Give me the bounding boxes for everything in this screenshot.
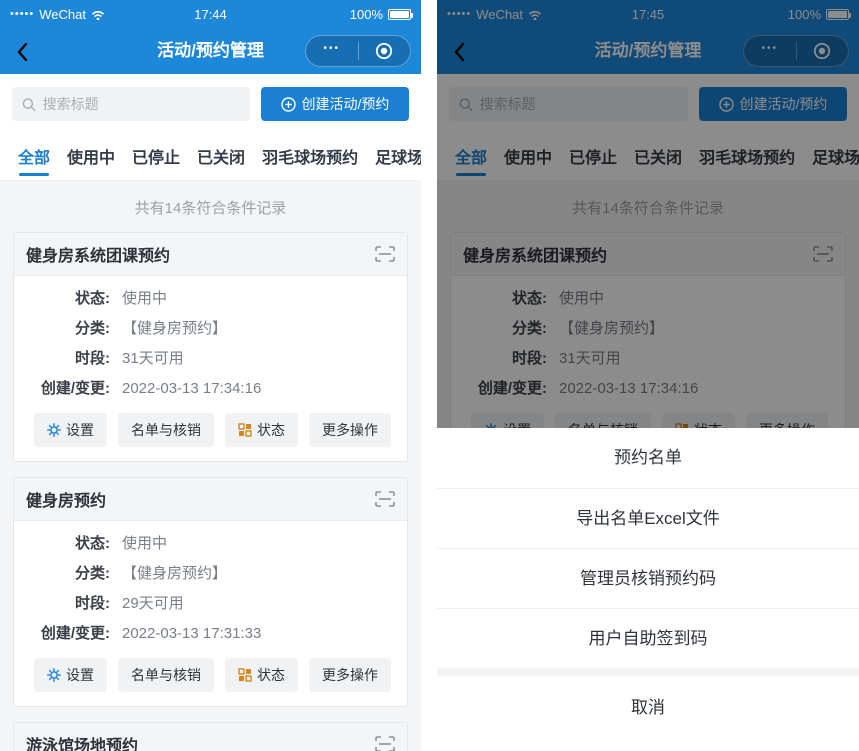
- carrier-label: WeChat: [39, 7, 86, 22]
- field-value: 2022-03-13 17:34:16: [122, 374, 261, 404]
- tab-football[interactable]: 足球场: [375, 144, 421, 180]
- scan-qr-icon[interactable]: [375, 736, 395, 751]
- gear-icon: [47, 423, 61, 437]
- card-title: 健身房预约: [26, 487, 106, 511]
- action-sheet-item-admin-verify-code[interactable]: 管理员核销预约码: [437, 548, 859, 608]
- reservation-card: 游泳馆场地预约: [13, 722, 408, 751]
- field-value: 31天可用: [122, 344, 184, 374]
- close-miniprogram-button[interactable]: [359, 36, 411, 66]
- phone-screen-right: ••••• WeChat 17:45 100% 活动/预约管理 •••: [437, 0, 859, 751]
- field-value: 使用中: [122, 284, 167, 314]
- screenshot-canvas: ••••• WeChat 17:44 100% 活动/预约管理 •••: [0, 0, 859, 751]
- settings-button[interactable]: 设置: [34, 658, 107, 692]
- status-button[interactable]: 状态: [225, 658, 298, 692]
- field-label: 分类:: [28, 314, 110, 344]
- create-activity-button[interactable]: 创建活动/预约: [261, 87, 409, 121]
- ellipsis-icon: •••: [323, 44, 340, 58]
- wifi-icon: [91, 9, 105, 20]
- field-label: 状态:: [28, 284, 110, 314]
- more-actions-button[interactable]: 更多操作: [309, 658, 391, 692]
- clock: 17:44: [194, 7, 227, 22]
- toolbar: 创建活动/预约: [0, 74, 421, 134]
- more-menu-button[interactable]: •••: [306, 36, 358, 66]
- target-icon: [375, 42, 393, 60]
- settings-button[interactable]: 设置: [34, 413, 107, 447]
- scan-qr-icon[interactable]: [375, 491, 395, 507]
- nav-bar: 活动/预约管理 •••: [0, 28, 421, 74]
- search-icon: [22, 97, 36, 112]
- action-sheet-item-self-checkin-code[interactable]: 用户自助签到码: [437, 608, 859, 668]
- field-value: 29天可用: [122, 589, 184, 619]
- chevron-left-icon: [17, 42, 28, 62]
- tab-closed[interactable]: 已关闭: [197, 144, 245, 180]
- action-sheet: 预约名单 导出名单Excel文件 管理员核销预约码 用户自助签到码 取消: [437, 428, 859, 751]
- field-label: 状态:: [28, 529, 110, 559]
- tab-badminton[interactable]: 羽毛球场预约: [262, 144, 358, 180]
- action-sheet-item-reservation-list[interactable]: 预约名单: [437, 428, 859, 488]
- card-title: 游泳馆场地预约: [26, 732, 138, 751]
- battery-percent: 100%: [350, 7, 383, 22]
- status-button[interactable]: 状态: [225, 413, 298, 447]
- back-button[interactable]: [10, 40, 34, 64]
- action-sheet-cancel-button[interactable]: 取消: [437, 676, 859, 740]
- status-bar: ••••• WeChat 17:44 100%: [0, 0, 421, 28]
- tab-all[interactable]: 全部: [18, 144, 50, 180]
- field-label: 创建/变更:: [28, 619, 110, 649]
- field-value: 使用中: [122, 529, 167, 559]
- status-grid-icon: [238, 668, 252, 682]
- phone-screen-left: ••••• WeChat 17:44 100% 活动/预约管理 •••: [0, 0, 421, 751]
- roster-verify-button[interactable]: 名单与核销: [118, 413, 214, 447]
- signal-strength-icon: •••••: [10, 9, 34, 20]
- field-value: 【健身房预约】: [122, 559, 227, 589]
- status-grid-icon: [238, 423, 252, 437]
- field-label: 创建/变更:: [28, 374, 110, 404]
- gear-icon: [47, 668, 61, 682]
- tab-stopped[interactable]: 已停止: [132, 144, 180, 180]
- field-value: 【健身房预约】: [122, 314, 227, 344]
- reservation-card: 健身房系统团课预约 状态: 使用中 分类: 【健身房预约】 时段: 31天可用 创建/…: [13, 232, 408, 462]
- action-sheet-divider: [437, 668, 859, 676]
- plus-circle-icon: [281, 97, 296, 112]
- miniprogram-capsule: •••: [305, 35, 411, 67]
- action-sheet-item-export-excel[interactable]: 导出名单Excel文件: [437, 488, 859, 548]
- field-label: 分类:: [28, 559, 110, 589]
- scan-qr-icon[interactable]: [375, 246, 395, 262]
- search-box[interactable]: [12, 87, 250, 121]
- roster-verify-button[interactable]: 名单与核销: [118, 658, 214, 692]
- tab-in-use[interactable]: 使用中: [67, 144, 115, 180]
- card-title: 健身房系统团课预约: [26, 242, 170, 266]
- battery-icon: [388, 9, 411, 20]
- more-actions-button[interactable]: 更多操作: [309, 413, 391, 447]
- result-count: 共有14条符合条件记录: [0, 181, 421, 232]
- field-value: 2022-03-13 17:31:33: [122, 619, 261, 649]
- search-input[interactable]: [43, 96, 240, 112]
- filter-tabs: 全部 使用中 已停止 已关闭 羽毛球场预约 足球场: [0, 134, 421, 181]
- field-label: 时段:: [28, 589, 110, 619]
- field-label: 时段:: [28, 344, 110, 374]
- reservation-card: 健身房预约 状态: 使用中 分类: 【健身房预约】 时段: 29天可用 创建/变更: 2…: [13, 477, 408, 707]
